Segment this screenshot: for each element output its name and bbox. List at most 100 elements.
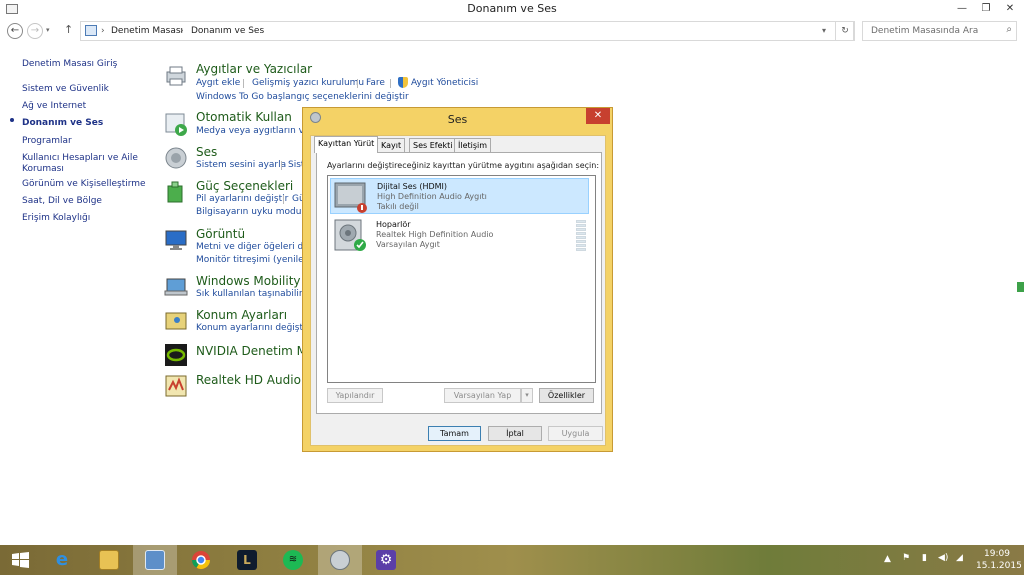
link-refresh-rate[interactable]: Monitör titreşimi (yenileme (196, 255, 318, 265)
autoplay-icon[interactable] (164, 112, 188, 136)
link-separator (281, 161, 282, 170)
taskbar-sound[interactable] (318, 545, 362, 575)
history-dropdown-icon[interactable]: ▾ (46, 26, 50, 34)
tab-recording[interactable]: Kayıt (377, 138, 406, 152)
device-list[interactable]: Dijital Ses (HDMI) High Definition Audio… (327, 175, 596, 383)
taskbar-control-panel[interactable] (133, 545, 177, 575)
realtek-audio-icon[interactable] (164, 374, 188, 398)
category-title-display[interactable]: Görüntü (196, 227, 245, 241)
dialog-title: Ses (447, 113, 468, 126)
category-title-autoplay[interactable]: Otomatik Kullan (196, 110, 292, 124)
speaker-icon[interactable] (164, 146, 188, 170)
set-default-dropdown-button[interactable]: ▾ (521, 388, 533, 403)
location-icon[interactable] (164, 309, 188, 333)
sidebar-item-home[interactable]: Denetim Masası Giriş (22, 59, 117, 70)
volume-icon[interactable]: ◀) (938, 553, 948, 563)
link-mouse[interactable]: Fare (366, 78, 385, 88)
link-device-manager[interactable]: Aygıt Yöneticisi (411, 78, 478, 88)
back-button[interactable]: ← (7, 23, 23, 39)
sidebar-item-hardware-sound[interactable]: Donanım ve Ses (22, 118, 103, 129)
cancel-button[interactable]: İptal (488, 426, 542, 441)
flag-icon[interactable]: ⚑ (902, 553, 910, 563)
league-of-legends-icon: L (237, 550, 257, 570)
sidebar-item-user-accounts[interactable]: Kullanıcı Hesapları ve Aile (22, 153, 138, 164)
device-name: Hoparlör (376, 220, 411, 229)
control-panel-icon (145, 550, 165, 570)
clock-time[interactable]: 19:09 (984, 549, 1010, 559)
chrome-icon (192, 551, 210, 570)
chevron-right-icon[interactable]: › (180, 26, 184, 36)
search-icon[interactable]: ⌕ (1006, 24, 1012, 35)
category-title-sound[interactable]: Ses (196, 145, 217, 159)
search-placeholder: Denetim Masasında Ara (871, 26, 979, 36)
category-title-realtek[interactable]: Realtek HD Audio Yö (196, 373, 318, 387)
taskbar-settings[interactable]: ⚙ (364, 545, 408, 575)
dialog-body: Kayıttan Yürüt Kayıt Ses Efekti İletişim… (310, 135, 606, 446)
device-item-speakers[interactable]: Hoparlör Realtek High Definition Audio V… (330, 217, 589, 253)
category-title-power[interactable]: Güç Seçenekleri (196, 179, 293, 193)
forward-button[interactable]: → (27, 23, 43, 39)
sidebar-item-ease-of-access[interactable]: Erişim Kolaylığı (22, 213, 90, 224)
properties-button[interactable]: Özellikler (539, 388, 594, 403)
link-advanced-printer-setup[interactable]: Gelişmiş yazıcı kurulumu (252, 78, 364, 88)
network-signal-icon[interactable]: ◢ (956, 553, 963, 563)
taskbar-file-explorer[interactable] (87, 545, 131, 575)
sidebar-item-user-accounts-line2[interactable]: Koruması (22, 164, 64, 175)
monitor-icon[interactable] (164, 228, 188, 252)
sidebar-item-clock-region[interactable]: Saat, Dil ve Bölge (22, 196, 102, 207)
category-title-mobility[interactable]: Windows Mobility C (196, 274, 313, 288)
set-default-button[interactable]: Varsayılan Yap (444, 388, 521, 403)
link-change-location-settings[interactable]: Konum ayarlarını değiştir (196, 323, 309, 333)
link-change-battery-settings[interactable]: Pil ayarlarını değiştir (196, 194, 288, 204)
battery-icon[interactable]: ▮ (922, 553, 927, 563)
nvidia-icon[interactable] (164, 343, 188, 367)
address-field[interactable]: › Denetim Masası › Donanım ve Ses ▾ (80, 21, 854, 41)
taskbar-spotify[interactable]: ≋ (271, 545, 315, 575)
category-title-location[interactable]: Konum Ayarları (196, 308, 287, 322)
mobility-center-icon[interactable] (164, 275, 188, 299)
address-dropdown-icon[interactable]: ▾ (822, 26, 826, 35)
search-input[interactable]: Denetim Masasında Ara ⌕ (862, 21, 1017, 41)
category-title-nvidia[interactable]: NVIDIA Denetim Ma (196, 344, 314, 358)
minimize-button[interactable]: — (950, 1, 974, 17)
link-add-device[interactable]: Aygıt ekle (196, 78, 240, 88)
device-description: Realtek High Definition Audio (376, 230, 494, 239)
sidebar-item-system-security[interactable]: Sistem ve Güvenlik (22, 84, 109, 95)
show-hidden-icons-button[interactable]: ▲ (884, 554, 891, 564)
link-adjust-system-volume[interactable]: Sistem sesini ayarla (196, 160, 286, 170)
power-icon[interactable] (164, 180, 188, 204)
maximize-button[interactable]: ❐ (974, 1, 998, 17)
breadcrumb-hardware-sound[interactable]: Donanım ve Ses (191, 26, 264, 36)
meter-bar (576, 220, 586, 223)
link-separator (390, 79, 391, 88)
link-windows-to-go[interactable]: Windows To Go başlangıç seçeneklerini de… (196, 92, 409, 102)
printer-icon[interactable] (164, 64, 188, 88)
taskbar-league-of-legends[interactable]: L (225, 545, 269, 575)
up-button[interactable]: ↑ (64, 23, 73, 36)
sidebar-item-programs[interactable]: Programlar (22, 136, 72, 147)
start-button[interactable] (0, 545, 44, 575)
side-panel-handle[interactable] (1017, 282, 1024, 292)
configure-button[interactable]: Yapılandır (327, 388, 383, 403)
tab-communications[interactable]: İletişim (454, 138, 492, 152)
link-sleep-mode[interactable]: Bilgisayarın uyku moduna (196, 207, 313, 217)
breadcrumb-control-panel[interactable]: Denetim Masası (111, 26, 183, 36)
ok-button[interactable]: Tamam (428, 426, 481, 441)
dialog-close-button[interactable]: ✕ (586, 108, 610, 124)
taskbar-internet-explorer[interactable]: e (40, 545, 84, 575)
chevron-right-icon[interactable]: › (101, 26, 105, 36)
tab-sounds[interactable]: Ses Efekti (409, 138, 457, 152)
category-title-devices-printers[interactable]: Aygıtlar ve Yazıcılar (196, 62, 312, 76)
clock-date[interactable]: 15.1.2015 (976, 561, 1022, 571)
sidebar-item-appearance[interactable]: Görünüm ve Kişiselleştirme (22, 179, 146, 190)
apply-button[interactable]: Uygula (548, 426, 603, 441)
taskbar-chrome[interactable] (179, 545, 223, 575)
close-window-button[interactable]: ✕ (998, 1, 1022, 17)
link-separator (243, 79, 244, 88)
address-bar: ← → ▾ ↑ › Denetim Masası › Donanım ve Se… (0, 20, 1024, 44)
device-item-hdmi[interactable]: Dijital Ses (HDMI) High Definition Audio… (330, 178, 589, 214)
sidebar-item-network[interactable]: Ağ ve Internet (22, 101, 86, 112)
device-status: Takılı değil (377, 202, 419, 211)
tab-playback[interactable]: Kayıttan Yürüt (314, 136, 379, 153)
refresh-button[interactable]: ↻ (835, 21, 855, 41)
